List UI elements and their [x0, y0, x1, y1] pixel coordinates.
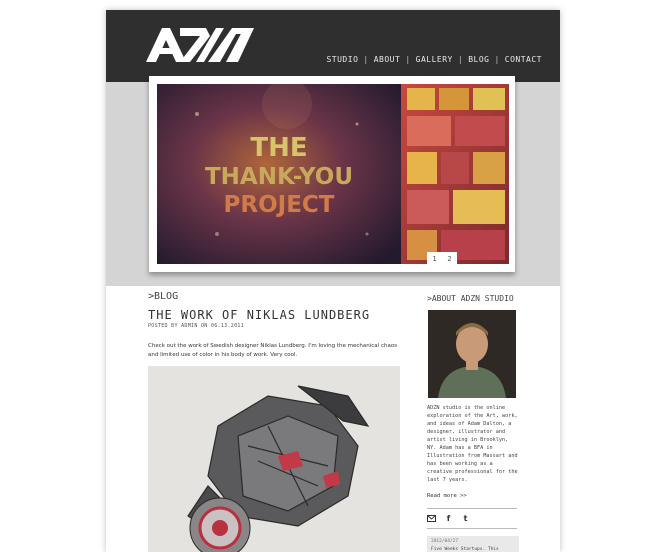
post-body: Check out the work of Swedish designer N…: [148, 343, 398, 358]
latest-post-date: 2012/04/27: [431, 539, 459, 544]
pager-dot-2[interactable]: 2: [447, 255, 451, 263]
slider-pager: 1 2: [427, 252, 457, 266]
about-section-label: >ABOUT ADZN STUDIO: [427, 294, 514, 303]
slide-headline-line2: THANK-YOU: [205, 164, 353, 190]
nav-gallery[interactable]: GALLERY: [416, 55, 453, 64]
latest-post-box[interactable]: 2012/04/27 Five Weeks Startups. This: [427, 536, 519, 552]
nav-blog[interactable]: BLOG: [468, 55, 489, 64]
pager-dot-1[interactable]: 1: [432, 255, 436, 263]
adzn-logo[interactable]: [146, 26, 254, 64]
read-more-link[interactable]: Read more >>: [427, 493, 467, 499]
nav-contact[interactable]: CONTACT: [505, 55, 542, 64]
post-title[interactable]: THE WORK OF NIKLAS LUNDBERG: [148, 308, 370, 322]
nav-separator: |: [363, 55, 369, 64]
mail-icon[interactable]: [427, 514, 436, 523]
page-frame: STUDIO | ABOUT | GALLERY | BLOG | CONTAC…: [106, 10, 560, 552]
blog-section-label: >BLOG: [148, 291, 179, 302]
main-nav: STUDIO | ABOUT | GALLERY | BLOG | CONTAC…: [326, 55, 542, 64]
nav-separator: |: [405, 55, 411, 64]
site-header: STUDIO | ABOUT | GALLERY | BLOG | CONTAC…: [106, 10, 560, 82]
featured-slider[interactable]: THE THANK-YOU PROJECT 1 2: [149, 76, 515, 272]
nav-separator: |: [457, 55, 464, 64]
nav-separator: |: [494, 55, 500, 64]
slide-headline-line3: PROJECT: [224, 192, 335, 218]
facebook-icon[interactable]: f: [444, 514, 453, 523]
latest-post-title[interactable]: Five Weeks Startups. This: [431, 547, 499, 552]
about-text: ADZN studio is the online exploration of…: [427, 405, 518, 483]
post-meta: POSTED BY ADMIN ON 06.13.2011: [148, 323, 244, 329]
about-photo: [428, 310, 516, 398]
slide-headline-line1: THE: [250, 133, 307, 163]
nav-about[interactable]: ABOUT: [374, 55, 401, 64]
nav-studio[interactable]: STUDIO: [326, 55, 358, 64]
post-image[interactable]: [148, 366, 400, 552]
twitter-icon[interactable]: t: [461, 514, 470, 523]
social-links: f t: [427, 514, 470, 523]
divider: [427, 528, 517, 529]
divider: [427, 508, 517, 509]
slide-image[interactable]: THE THANK-YOU PROJECT: [157, 84, 509, 264]
